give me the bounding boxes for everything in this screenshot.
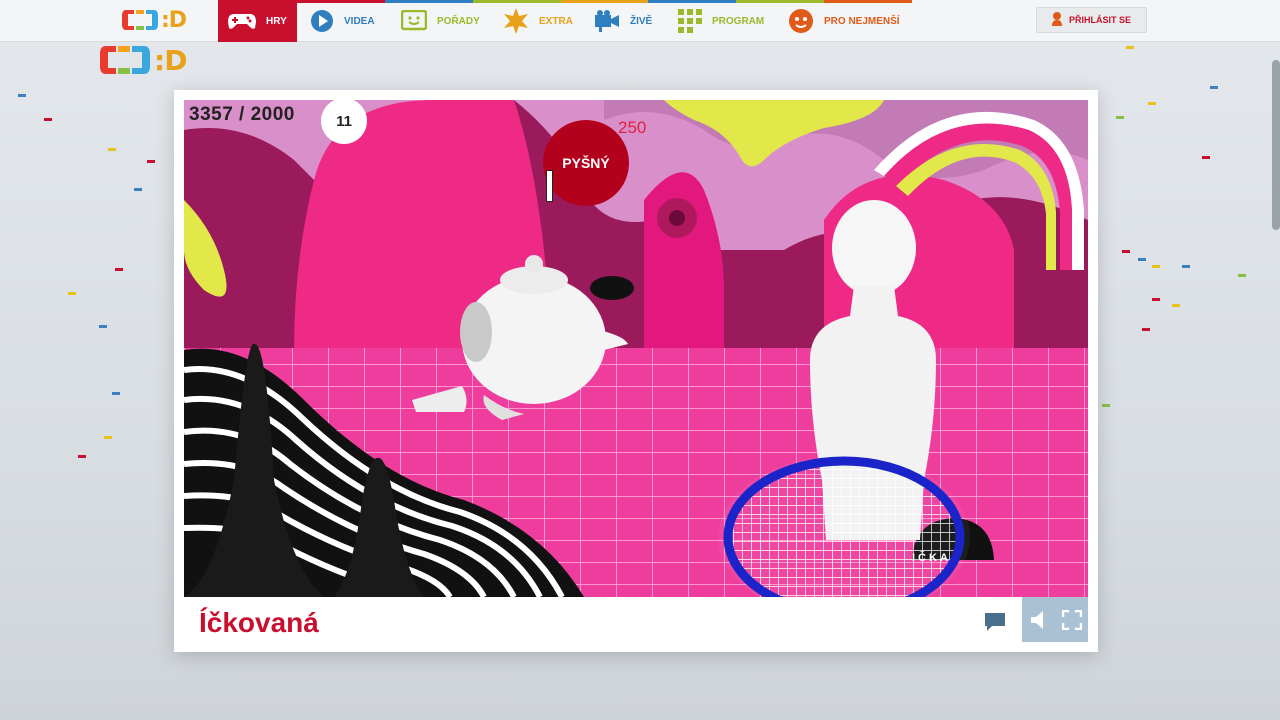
nav-item-zive[interactable]: ŽIVĚ [594, 0, 652, 42]
confetti-piece [1172, 304, 1180, 307]
points-label: 250 [618, 118, 647, 137]
lives-counter: 11 [321, 100, 367, 144]
nav-label-pro-nejmensi: PRO NEJMENŠÍ [824, 15, 900, 27]
confetti-piece [112, 392, 120, 395]
ct-logo-large-icon [100, 46, 150, 74]
game-controls [1022, 597, 1088, 642]
nav-item-program[interactable]: PROGRAM [678, 0, 764, 42]
gamepad-icon [228, 12, 256, 30]
logo-large-text: :D [154, 43, 187, 77]
nav-label-program: PROGRAM [712, 15, 765, 27]
nav-label-videa: VIDEA [344, 15, 375, 27]
face-icon [788, 8, 814, 34]
nav-item-hry[interactable]: HRY [218, 0, 297, 42]
nav-item-pro-nejmensi[interactable]: PRO NEJMENŠÍ [788, 0, 900, 42]
confetti-piece [1102, 404, 1110, 407]
nav-label-zive: ŽIVĚ [630, 15, 653, 27]
confetti-piece [1122, 250, 1130, 253]
game-scene [184, 100, 1088, 597]
confetti-piece [108, 148, 116, 151]
word-bubble[interactable]: PYŠNÝ [543, 120, 629, 206]
login-label: PŘIHLÁSIT SE [1068, 15, 1131, 25]
confetti-piece [1202, 156, 1210, 159]
game-frame: 3357 / 2000 11 PYŠNÝ 250 IČKA Íčkovaná [174, 90, 1098, 652]
ct-logo-icon [122, 10, 158, 30]
confetti-piece [1148, 102, 1156, 105]
confetti-piece [18, 94, 26, 97]
game-canvas[interactable]: 3357 / 2000 11 PYŠNÝ 250 IČKA [184, 100, 1088, 597]
confetti-piece [1152, 265, 1160, 268]
game-title: Íčkovaná [199, 607, 319, 638]
star-burst-icon [503, 8, 529, 34]
confetti-piece [1126, 46, 1134, 49]
nav-item-extra[interactable]: EXTRA [503, 0, 573, 42]
play-icon [310, 9, 334, 33]
confetti-piece [1238, 274, 1246, 277]
confetti-piece [44, 118, 52, 121]
login-button[interactable]: PŘIHLÁSIT SE [1036, 7, 1147, 33]
hole-label: IČKA [912, 552, 951, 564]
confetti-piece [1152, 298, 1160, 301]
score-counter: 3357 / 2000 [189, 104, 295, 125]
confetti-piece [68, 292, 76, 295]
ct-d-logo-large[interactable]: :D [100, 43, 200, 77]
page-scrollbar[interactable] [1272, 60, 1280, 230]
confetti-piece [147, 160, 155, 163]
nav-label-porady: POŘADY [437, 15, 480, 27]
nav-item-porady[interactable]: POŘADY [401, 0, 480, 42]
top-navigation: :D HRY VIDEA POŘADY EXTRA ŽIVĚ PROGRAM P… [0, 0, 1280, 42]
confetti-piece [78, 455, 86, 458]
confetti-piece [115, 268, 123, 271]
sound-button[interactable] [1026, 607, 1052, 633]
comment-icon [985, 613, 1005, 631]
ct-d-logo[interactable]: :D [122, 6, 198, 34]
game-bottom-bar: Íčkovaná [174, 597, 1098, 652]
grid-icon [678, 9, 702, 33]
nav-item-videa[interactable]: VIDEA [310, 0, 375, 42]
confetti-piece [1182, 265, 1190, 268]
confetti-piece [134, 188, 142, 191]
confetti-piece [99, 325, 107, 328]
fullscreen-icon [1061, 609, 1082, 630]
timer-bar [546, 170, 553, 202]
user-icon [1051, 12, 1062, 28]
confetti-piece [104, 436, 112, 439]
camera-icon [594, 10, 620, 32]
tv-face-icon [401, 10, 427, 32]
confetti-piece [1142, 328, 1150, 331]
fullscreen-button[interactable] [1059, 607, 1085, 633]
speaker-icon [1030, 610, 1043, 629]
confetti-piece [1138, 258, 1146, 261]
confetti-piece [1116, 116, 1124, 119]
comments-button[interactable] [982, 609, 1008, 635]
confetti-piece [1210, 86, 1218, 89]
logo-text: :D [161, 7, 187, 33]
nav-label-extra: EXTRA [539, 15, 573, 27]
nav-label-hry: HRY [266, 15, 287, 27]
